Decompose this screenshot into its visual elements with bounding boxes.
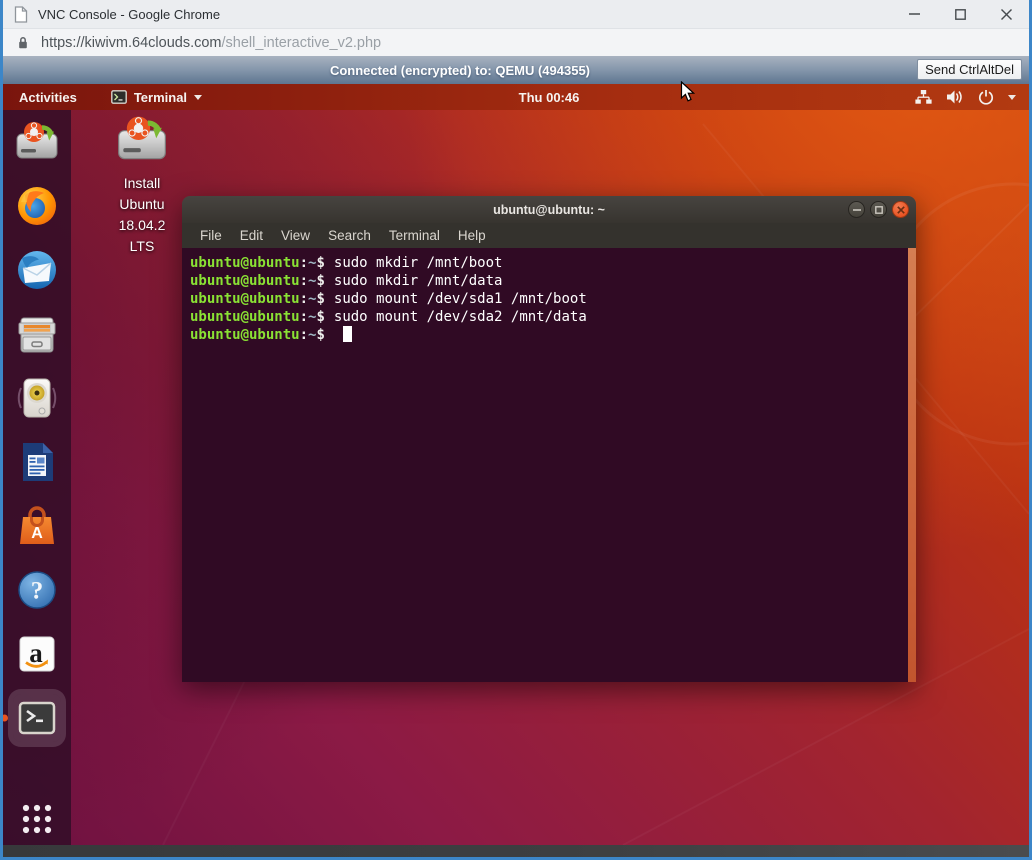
terminal-prompt-line: ubuntu@ubuntu:~$ [190, 326, 908, 344]
activities-button[interactable]: Activities [19, 90, 77, 105]
ubuntu-desktop: Activities Terminal Thu 00:46 [3, 84, 1029, 845]
ubuntu-software-icon [13, 502, 61, 550]
page-bottom-strip [3, 845, 1029, 857]
terminal-line: ubuntu@ubuntu:~$sudo mount /dev/sda2 /mn… [190, 308, 908, 326]
rhythmbox-icon [13, 374, 61, 422]
chevron-down-icon [194, 95, 202, 100]
network-wired-icon [915, 89, 932, 105]
volume-icon [946, 89, 964, 105]
amazon-icon [13, 630, 61, 678]
window-controls [891, 0, 1029, 28]
dock-item-file-cabinet[interactable] [13, 310, 61, 358]
browser-titlebar: VNC Console - Google Chrome [3, 0, 1029, 28]
firefox-icon [13, 182, 61, 230]
url-host: https://kiwivm.64clouds.com [41, 35, 222, 51]
libreoffice-writer-icon [13, 438, 61, 486]
terminal-icon [13, 694, 61, 742]
vnc-status-banner: Connected (encrypted) to: QEMU (494355) [3, 56, 1029, 84]
focused-app-menu[interactable]: Terminal [111, 90, 202, 105]
close-button[interactable] [983, 0, 1029, 28]
browser-address-bar[interactable]: https://kiwivm.64clouds.com/shell_intera… [3, 28, 1029, 56]
terminal-output[interactable]: ubuntu@ubuntu:~$sudo mkdir /mnt/boot ubu… [182, 248, 908, 682]
terminal-line: ubuntu@ubuntu:~$sudo mkdir /mnt/boot [190, 254, 908, 272]
help-icon [13, 566, 61, 614]
desktop-icon-label: Install Ubuntu 18.04.2 LTS [106, 173, 178, 257]
terminal-mini-icon [111, 90, 127, 104]
terminal-window-controls [848, 201, 909, 218]
dock-item-ubuntu-software[interactable] [13, 502, 61, 550]
desktop-icon-install-ubuntu[interactable]: Install Ubuntu 18.04.2 LTS [106, 112, 178, 257]
terminal-minimize-button[interactable] [848, 201, 865, 218]
terminal-scrollbar[interactable] [908, 248, 916, 682]
maximize-button[interactable] [937, 0, 983, 28]
menu-view[interactable]: View [272, 228, 319, 243]
show-applications-grid-icon [13, 795, 61, 843]
terminal-line: ubuntu@ubuntu:~$sudo mkdir /mnt/data [190, 272, 908, 290]
menu-edit[interactable]: Edit [231, 228, 272, 243]
window-title: VNC Console - Google Chrome [38, 7, 220, 22]
terminal-menubar: File Edit View Search Terminal Help [182, 223, 916, 248]
minimize-button[interactable] [891, 0, 937, 28]
terminal-window-title: ubuntu@ubuntu: ~ [493, 203, 605, 217]
gnome-top-bar: Activities Terminal Thu 00:46 [3, 84, 1029, 110]
dock [3, 110, 71, 845]
show-applications-button[interactable] [13, 795, 61, 843]
install-ubuntu-icon [13, 118, 61, 166]
power-icon [978, 89, 994, 105]
chrome-window: A ? a [0, 0, 1032, 860]
dock-item-amazon[interactable] [13, 630, 61, 678]
dock-item-terminal[interactable] [13, 694, 61, 742]
focused-app-label: Terminal [134, 90, 187, 105]
terminal-cursor [343, 326, 352, 342]
vnc-status-text: Connected (encrypted) to: QEMU (494355) [330, 63, 590, 78]
file-cabinet-icon [13, 310, 61, 358]
system-status-area[interactable] [915, 84, 1016, 110]
send-ctrlaltdel-button[interactable]: Send CtrlAltDel [917, 59, 1022, 80]
dock-item-libreoffice-writer[interactable] [13, 438, 61, 486]
dock-item-install-ubuntu[interactable] [13, 118, 61, 166]
dock-item-thunderbird[interactable] [13, 246, 61, 294]
terminal-close-button[interactable] [892, 201, 909, 218]
terminal-window: ubuntu@ubuntu: ~ File Edit View Search T… [182, 196, 916, 682]
menu-search[interactable]: Search [319, 228, 380, 243]
install-ubuntu-desktop-icon [114, 112, 170, 168]
menu-help[interactable]: Help [449, 228, 495, 243]
url-path: /shell_interactive_v2.php [222, 35, 382, 51]
menu-file[interactable]: File [191, 228, 231, 243]
page-favicon-icon [14, 6, 28, 23]
mouse-cursor-icon [680, 81, 695, 103]
lock-icon [17, 36, 29, 50]
dock-item-firefox[interactable] [13, 182, 61, 230]
terminal-line: ubuntu@ubuntu:~$sudo mount /dev/sda1 /mn… [190, 290, 908, 308]
dock-item-rhythmbox[interactable] [13, 374, 61, 422]
dock-item-help[interactable] [13, 566, 61, 614]
terminal-titlebar[interactable]: ubuntu@ubuntu: ~ [182, 196, 916, 223]
topbar-clock[interactable]: Thu 00:46 [519, 90, 580, 105]
menu-terminal[interactable]: Terminal [380, 228, 449, 243]
system-menu-chevron-icon [1008, 95, 1016, 100]
terminal-maximize-button[interactable] [870, 201, 887, 218]
thunderbird-icon [13, 246, 61, 294]
url-text: https://kiwivm.64clouds.com/shell_intera… [41, 35, 381, 51]
